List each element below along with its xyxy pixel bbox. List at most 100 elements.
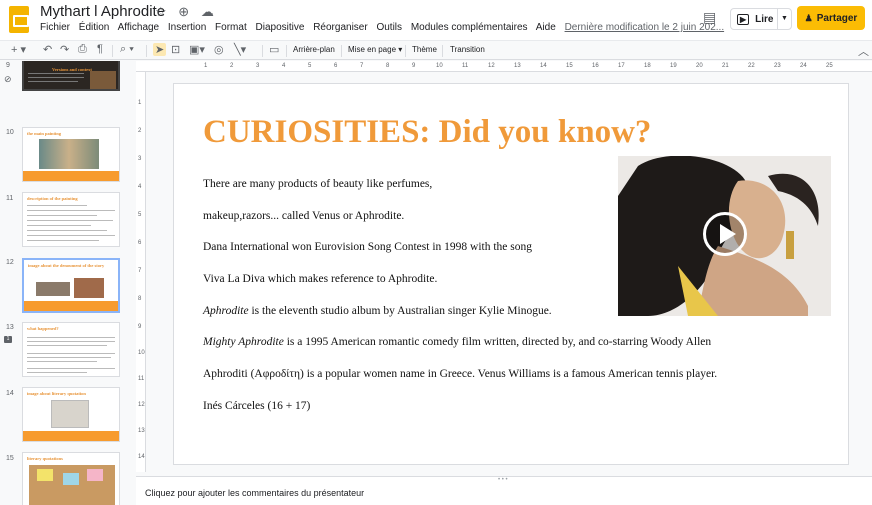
ruler-tick: 19 — [670, 63, 677, 69]
play-icon[interactable] — [703, 212, 747, 256]
ruler-tick: 10 — [138, 350, 145, 356]
thumbnail-text-line — [27, 240, 99, 241]
undo-icon[interactable]: ↶ — [43, 43, 52, 56]
body-line-text: There are many products of beauty like p… — [203, 178, 433, 190]
thumbnail-image — [39, 139, 99, 169]
move-to-folder-icon[interactable]: ⊕ — [178, 4, 189, 19]
speaker-notes[interactable]: • • • Cliquez pour ajouter les commentai… — [136, 476, 872, 505]
background-button[interactable]: Arrière-plan — [293, 45, 335, 54]
thumbnail-text-line — [27, 230, 107, 231]
line-icon[interactable]: ╲▾ — [234, 43, 246, 56]
redo-icon[interactable]: ↷ — [60, 43, 69, 56]
image-icon[interactable]: ▣▾ — [189, 43, 205, 56]
thumbnail-note — [87, 469, 103, 481]
ruler-tick: 21 — [722, 63, 729, 69]
slide-number: 14 — [6, 390, 14, 397]
thumbnail-title: the main painting — [27, 131, 62, 136]
new-slide-icon[interactable]: + ▾ — [11, 43, 26, 56]
paint-format-icon[interactable]: ¶ — [97, 43, 103, 55]
document-title[interactable]: Mythart l Aphrodite — [40, 3, 165, 20]
slide-thumbnail[interactable]: literary quotations — [22, 452, 120, 505]
present-button[interactable]: ▶ Lire ▼ — [730, 8, 792, 30]
thumbnail-title: literary quotations — [27, 456, 63, 461]
ruler-tick: 6 — [138, 240, 142, 246]
text-box-icon[interactable]: ⊡ — [171, 43, 180, 56]
resize-handle-icon[interactable]: • • • — [498, 477, 508, 483]
slide[interactable]: CURIOSITIES: Did you know? There are man… — [174, 84, 848, 464]
lock-icon: ♟ — [804, 12, 813, 23]
present-label: Lire — [755, 13, 774, 25]
ruler-tick: 13 — [514, 63, 521, 69]
slides-app: Mythart l Aphrodite ☆ ⊕ ☁ Fichier Éditio… — [0, 0, 872, 505]
slide-thumbnail[interactable]: image about literary quotation — [22, 387, 120, 442]
ruler-tick: 3 — [138, 156, 142, 162]
menu-insertion[interactable]: Insertion — [168, 22, 206, 33]
thumbnail-text-line — [27, 345, 107, 346]
thumbnail-text-line — [27, 357, 111, 358]
ruler-tick: 14 — [540, 63, 547, 69]
menu-diapositive[interactable]: Diapositive — [256, 22, 305, 33]
horizontal-ruler[interactable]: 1 2 3 4 5 6 7 8 9 10 11 12 13 14 15 16 1… — [136, 61, 872, 72]
ruler-tick: 11 — [138, 376, 145, 382]
slide-thumbnail[interactable]: Versions and context — [22, 61, 120, 91]
menu-affichage[interactable]: Affichage — [118, 22, 160, 33]
menu-edition[interactable]: Édition — [79, 22, 110, 33]
ruler-tick: 7 — [360, 63, 364, 69]
zoom-icon[interactable]: ⌕ ▾ — [120, 43, 134, 56]
menu-bar: Fichier Édition Affichage Insertion Form… — [40, 22, 730, 33]
present-dropdown-icon[interactable]: ▼ — [777, 9, 791, 29]
slide-thumbnail[interactable]: the main painting — [22, 127, 120, 182]
ruler-tick: 3 — [256, 63, 260, 69]
theme-button[interactable]: Thème — [412, 45, 437, 54]
comments-icon[interactable]: ▤ — [703, 9, 716, 26]
body-line-text: is the eleventh studio album by Australi… — [248, 304, 552, 317]
comment-count-icon[interactable]: 1 — [4, 336, 12, 343]
thumbnail-title: what happened? — [27, 326, 59, 331]
body-line-text: Inés Cárceles (16 + 17) — [203, 399, 311, 412]
star-icon[interactable]: ☆ — [155, 4, 167, 19]
slide-thumbnail[interactable]: description of the painting — [22, 192, 120, 247]
slides-logo-icon[interactable] — [9, 6, 29, 33]
menu-format[interactable]: Format — [215, 22, 247, 33]
ruler-tick: 8 — [386, 63, 390, 69]
ruler-tick: 2 — [230, 63, 234, 69]
thumbnail-text-line — [27, 372, 87, 373]
transition-button[interactable]: Transition — [450, 45, 485, 54]
toolbar: + ▾ ↶ ↷ ⎙ ¶ ⌕ ▾ ➤ ⊡ ▣▾ ◎ ╲▾ ▭ Arrière-pl… — [0, 40, 872, 60]
print-icon[interactable]: ⎙ — [78, 43, 87, 56]
ruler-tick: 1 — [138, 100, 142, 106]
thumbnail-text-line — [28, 81, 78, 82]
slide-thumbnail[interactable]: image about the denoument of the story — [22, 258, 120, 313]
shape-icon[interactable]: ◎ — [214, 43, 224, 56]
ruler-tick: 25 — [826, 63, 833, 69]
comment-icon[interactable]: ▭ — [269, 43, 279, 56]
menu-fichier[interactable]: Fichier — [40, 22, 70, 33]
toolbar-divider — [341, 45, 342, 57]
thumbnail-text-line — [27, 210, 115, 211]
thumbnail-image — [74, 278, 104, 298]
menu-reorganiser[interactable]: Réorganiser — [313, 22, 367, 33]
body-line-text: makeup,razors... called Venus or Aphrodi… — [203, 209, 405, 222]
select-tool-icon[interactable]: ➤ — [153, 43, 167, 56]
slide-canvas[interactable]: CURIOSITIES: Did you know? There are man… — [146, 72, 872, 475]
menu-aide[interactable]: Aide — [536, 22, 556, 33]
collapse-menus-icon[interactable]: ︿ — [858, 43, 869, 59]
video-thumbnail[interactable] — [618, 156, 831, 316]
thumbnail-note — [37, 469, 53, 481]
menu-outils[interactable]: Outils — [376, 22, 402, 33]
share-button[interactable]: ♟ Partager — [797, 6, 865, 30]
vertical-ruler[interactable]: 1 2 3 4 5 6 7 8 9 10 11 12 13 14 — [136, 72, 146, 472]
speaker-notes-placeholder[interactable]: Cliquez pour ajouter les commentaires du… — [145, 488, 364, 498]
slide-thumbnail[interactable]: what happened? — [22, 322, 120, 377]
album-title: Aphrodite — [203, 304, 249, 317]
filmstrip[interactable]: 9 ⊘ Versions and context 10 the main pai… — [0, 61, 133, 505]
layout-button[interactable]: Mise en page ▾ — [348, 45, 402, 54]
link-icon: ⊘ — [4, 74, 12, 84]
last-modified-link[interactable]: Dernière modification le 2 juin 202... — [565, 22, 725, 33]
thumbnail-text-line — [27, 220, 113, 221]
cloud-status-icon[interactable]: ☁ — [201, 4, 214, 19]
menu-modules[interactable]: Modules complémentaires — [411, 22, 528, 33]
title-bar: Mythart l Aphrodite ☆ ⊕ ☁ Fichier Éditio… — [0, 0, 872, 40]
toolbar-divider — [286, 45, 287, 57]
slide-title[interactable]: CURIOSITIES: Did you know? — [203, 114, 651, 151]
